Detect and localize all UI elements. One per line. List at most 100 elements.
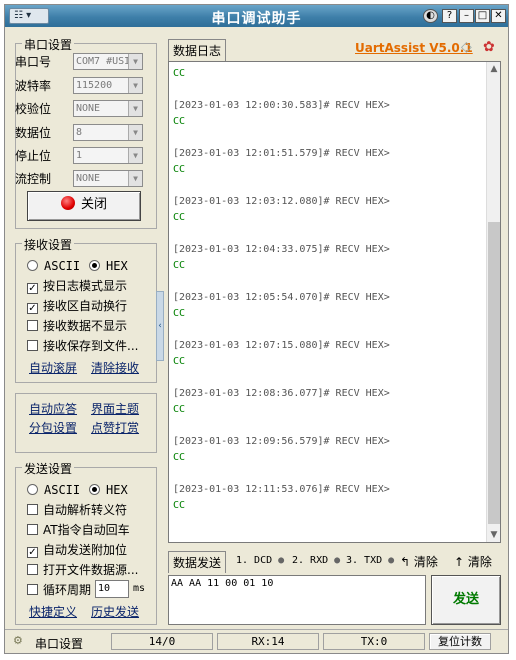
- chevron-down-icon: ▼: [128, 54, 142, 69]
- parity-select[interactable]: NONE ▼: [73, 100, 143, 117]
- history-link[interactable]: 历史发送: [91, 603, 139, 620]
- scroll-up-icon[interactable]: ▲: [487, 62, 500, 76]
- clear-receive-link[interactable]: 清除接收: [91, 359, 139, 376]
- log-blank-line: [173, 274, 390, 290]
- pin-icon[interactable]: ◐: [423, 9, 438, 23]
- send-input[interactable]: AA AA 11 00 01 10: [168, 575, 426, 625]
- log-blank-line: [173, 418, 390, 434]
- log-content: CC [2023-01-03 12:00:30.583]# RECV HEX> C…: [173, 66, 390, 514]
- scroll-thumb[interactable]: [488, 222, 500, 524]
- log-entry-header: [2023-01-03 12:03:12.080]# RECV HEX>: [173, 196, 390, 207]
- chevron-down-icon: ▼: [128, 125, 142, 140]
- log-mode-checkbox[interactable]: ✓ 按日志模式显示: [27, 277, 127, 295]
- auto-wrap-label: 接收区自动换行: [43, 299, 128, 313]
- clear-receive-button[interactable]: ↰ 清除: [400, 553, 438, 570]
- tip-link[interactable]: 点赞打赏: [91, 419, 139, 436]
- chevron-down-icon: ▼: [128, 171, 142, 186]
- receive-hex-radio[interactable]: HEX: [89, 257, 128, 275]
- loop-label: 循环周期: [43, 583, 92, 597]
- auto-scroll-link[interactable]: 自动滚屏: [29, 359, 77, 376]
- receive-settings-title: 接收设置: [22, 236, 75, 253]
- databits-label: 数据位: [15, 126, 52, 140]
- txd-label: 3. TXD: [346, 555, 383, 566]
- at-cr-checkbox[interactable]: AT指令自动回车: [27, 521, 130, 539]
- log-scrollbar[interactable]: ▲ ▼: [486, 62, 500, 542]
- dcd-led-icon: ●: [278, 555, 285, 566]
- reset-counter-button[interactable]: 复位计数: [429, 633, 491, 650]
- status-port-label[interactable]: 串口设置: [35, 635, 83, 652]
- send-ascii-radio[interactable]: ASCII: [27, 481, 80, 499]
- send-ascii-label: ASCII: [44, 483, 81, 497]
- close-port-button[interactable]: 关闭: [27, 191, 141, 221]
- plug-icon: ⚙: [13, 634, 23, 647]
- settings-gear-icon[interactable]: ✿: [483, 39, 495, 55]
- receive-ascii-radio[interactable]: ASCII: [27, 257, 80, 275]
- checkmark-icon: ✓: [27, 283, 38, 294]
- minimize-button[interactable]: –: [459, 9, 474, 23]
- brand-link[interactable]: UartAssist V5.0.1: [355, 41, 473, 55]
- send-settings-title: 发送设置: [22, 460, 75, 477]
- rxd-led-icon: ●: [334, 555, 341, 566]
- tab-data-send[interactable]: 数据发送: [168, 551, 227, 573]
- databits-select[interactable]: 8 ▼: [73, 124, 143, 141]
- stopbits-label: 停止位: [15, 149, 52, 163]
- receive-ascii-label: ASCII: [44, 259, 81, 273]
- baud-select[interactable]: 115200 ▼: [73, 77, 143, 94]
- parity-value: NONE: [76, 103, 101, 114]
- scroll-down-icon[interactable]: ▼: [487, 528, 500, 542]
- chevron-down-icon: ▼: [128, 78, 142, 93]
- packet-settings-link[interactable]: 分包设置: [29, 419, 77, 436]
- append-check-label: 自动发送附加位: [43, 543, 128, 557]
- collapse-panel-handle[interactable]: ‹: [156, 291, 164, 361]
- save-to-file-checkbox[interactable]: 接收保存到文件...: [27, 337, 138, 355]
- save-to-file-label: 接收保存到文件...: [43, 339, 139, 353]
- log-entry-header: [2023-01-03 12:07:15.080]# RECV HEX>: [173, 340, 390, 351]
- close-window-button[interactable]: ✕: [491, 9, 506, 23]
- checkbox-empty-icon: [27, 524, 38, 535]
- maximize-button[interactable]: □: [475, 9, 490, 23]
- theme-link[interactable]: 界面主题: [91, 400, 139, 417]
- loop-period-input[interactable]: 10: [95, 580, 129, 598]
- log-entry-data: CC: [173, 356, 186, 367]
- port-select[interactable]: COM7 #USI ▼: [73, 53, 143, 70]
- send-hex-radio[interactable]: HEX: [89, 481, 128, 499]
- help-button[interactable]: ?: [442, 9, 457, 23]
- rxd-label: 2. RXD: [292, 555, 329, 566]
- tab-data-log[interactable]: 数据日志: [168, 39, 227, 61]
- hide-data-checkbox[interactable]: 接收数据不显示: [27, 317, 127, 335]
- checkbox-empty-icon: [27, 584, 38, 595]
- receive-log[interactable]: CC [2023-01-03 12:00:30.583]# RECV HEX> C…: [168, 61, 501, 543]
- log-mode-label: 按日志模式显示: [43, 279, 128, 293]
- shortcut-link[interactable]: 快捷定义: [29, 603, 77, 620]
- txd-led-icon: ●: [388, 555, 395, 566]
- log-entry-data: CC: [173, 452, 186, 463]
- log-blank-line: [173, 226, 390, 242]
- app-window: ☷ ▾ 串口调试助手 ◐ ? – □ ✕ 串口设置 串口号 COM7 #USI ▼…: [4, 4, 509, 654]
- loop-checkbox[interactable]: 循环周期: [27, 581, 91, 599]
- log-blank-line: [173, 130, 390, 146]
- log-entry-header: [2023-01-03 12:01:51.579]# RECV HEX>: [173, 148, 390, 159]
- return-arrow-icon: ↰: [400, 555, 411, 569]
- append-check-checkbox[interactable]: ✓ 自动发送附加位: [27, 541, 127, 559]
- auto-wrap-checkbox[interactable]: ✓ 接收区自动换行: [27, 297, 127, 315]
- log-entry-data: CC: [173, 260, 186, 271]
- parse-escape-checkbox[interactable]: 自动解析转义符: [27, 501, 127, 519]
- radio-icon: [27, 260, 38, 271]
- send-button[interactable]: 发送: [431, 575, 501, 625]
- stopbits-select[interactable]: 1 ▼: [73, 147, 143, 164]
- log-blank-line: [173, 370, 390, 386]
- clear-send-button[interactable]: ↑ 清除: [454, 553, 492, 570]
- port-value: COM7 #USI: [76, 56, 131, 67]
- flow-value: NONE: [76, 173, 101, 184]
- radio-icon: [27, 484, 38, 495]
- stopbits-value: 1: [76, 150, 83, 161]
- flow-select[interactable]: NONE ▼: [73, 170, 143, 187]
- status-rx: RX:14: [217, 633, 319, 650]
- title-bar: ☷ ▾ 串口调试助手 ◐ ? – □ ✕: [5, 5, 508, 27]
- log-entry-header: [2023-01-03 12:09:56.579]# RECV HEX>: [173, 436, 390, 447]
- open-file-checkbox[interactable]: 打开文件数据源...: [27, 561, 138, 579]
- auto-reply-link[interactable]: 自动应答: [29, 400, 77, 417]
- chevron-down-icon: ▼: [128, 101, 142, 116]
- radio-checked-icon: [89, 260, 100, 271]
- diamond-icon[interactable]: ◇: [461, 39, 472, 55]
